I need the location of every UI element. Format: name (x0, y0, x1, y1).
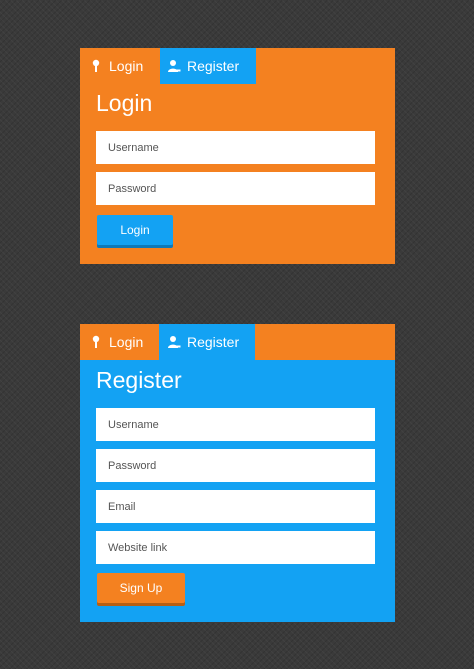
register-title: Register (96, 367, 182, 393)
register-panel-tabs: Login Register (80, 324, 395, 360)
user-icon (167, 59, 181, 73)
login-title: Login (96, 90, 153, 116)
tab-register-label: Register (187, 334, 240, 350)
login-panel: Login Register Login Login (80, 48, 395, 264)
tab-login-label: Login (109, 334, 144, 350)
tab-register-label: Register (187, 58, 240, 74)
register-password-input[interactable] (96, 449, 375, 482)
tab-register[interactable]: Register (160, 48, 256, 84)
login-password-input[interactable] (96, 172, 375, 205)
tab-login-label: Login (109, 58, 144, 74)
login-username-input[interactable] (96, 131, 375, 164)
register-email-input[interactable] (96, 490, 375, 523)
signup-button[interactable]: Sign Up (97, 573, 185, 603)
key-icon (89, 59, 103, 73)
register-panel: Login Register Register Sign Up (80, 324, 395, 622)
login-button[interactable]: Login (97, 215, 173, 245)
register-website-input[interactable] (96, 531, 375, 564)
login-panel-tabs: Login Register (80, 48, 256, 84)
user-icon (167, 335, 181, 349)
key-icon (89, 335, 103, 349)
tab-login[interactable]: Login (80, 324, 159, 360)
tab-register[interactable]: Register (159, 324, 255, 360)
tab-login[interactable]: Login (80, 48, 160, 84)
register-username-input[interactable] (96, 408, 375, 441)
